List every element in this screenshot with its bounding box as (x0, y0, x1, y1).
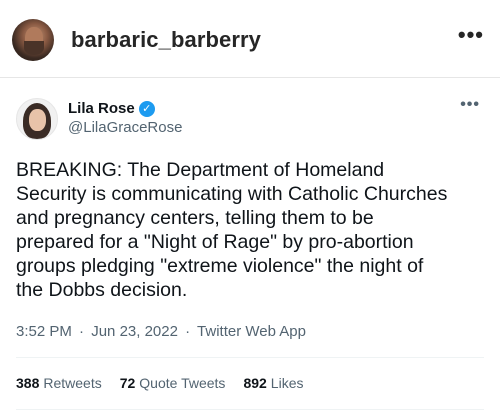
tweet-engagement-stats: 388 Retweets 72 Quote Tweets 892 Likes (16, 375, 303, 391)
quote-tweets-count: 72 (119, 375, 136, 391)
likes-stat[interactable]: 892 Likes (243, 375, 303, 391)
tweet-author-name[interactable]: Lila Rose (68, 100, 135, 117)
retweets-stat[interactable]: 388 Retweets (16, 375, 102, 391)
embedded-tweet: Lila Rose ✓ @LilaGraceRose ••• BREAKING:… (0, 79, 500, 418)
retweets-count: 388 (16, 375, 40, 391)
tweet-source[interactable]: Twitter Web App (197, 323, 306, 340)
tweet-metadata: 3:52 PM · Jun 23, 2022 · Twitter Web App (16, 323, 306, 340)
tweet-author-handle[interactable]: @LilaGraceRose (68, 119, 182, 136)
tweet-author-name-row[interactable]: Lila Rose ✓ (68, 100, 155, 117)
meta-separator: · (185, 323, 191, 340)
likes-count: 892 (243, 375, 267, 391)
tweet-author-avatar[interactable] (16, 98, 58, 140)
tweet-time[interactable]: 3:52 PM (16, 323, 72, 340)
quote-tweets-stat[interactable]: 72 Quote Tweets (120, 375, 226, 391)
likes-label: Likes (270, 375, 304, 391)
divider (16, 409, 484, 410)
tweet-text: BREAKING: The Department of Homeland Sec… (16, 159, 448, 301)
more-options-icon[interactable]: ••• (458, 22, 484, 48)
instagram-avatar[interactable] (12, 19, 54, 61)
quote-tweets-label: Quote Tweets (139, 375, 226, 391)
instagram-username[interactable]: barbaric_barberry (71, 27, 261, 53)
tweet-date[interactable]: Jun 23, 2022 (91, 323, 178, 340)
retweets-label: Retweets (43, 375, 102, 391)
tweet-more-options-icon[interactable]: ••• (460, 96, 480, 114)
instagram-post-header: barbaric_barberry ••• (0, 0, 500, 78)
divider (16, 357, 484, 358)
meta-separator: · (79, 323, 85, 340)
verified-badge-icon: ✓ (138, 100, 155, 117)
